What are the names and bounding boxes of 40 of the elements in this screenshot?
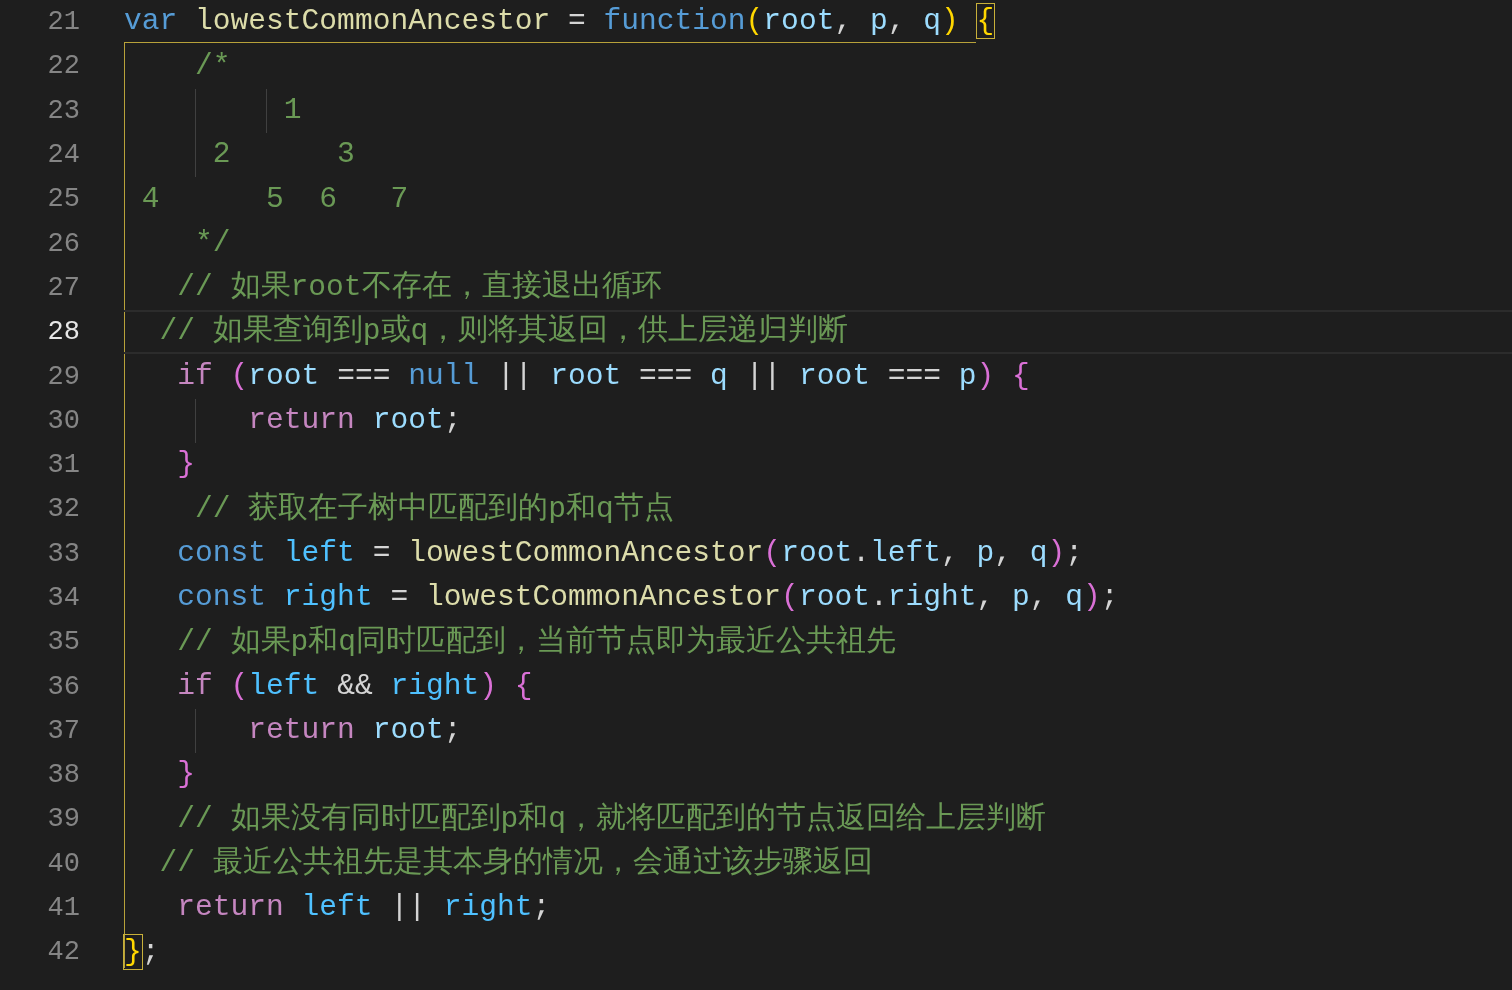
line-number: 38 <box>47 760 80 791</box>
line-number: 29 <box>47 361 80 392</box>
code-line: return root; <box>247 716 462 746</box>
line-number: 23 <box>47 95 80 126</box>
line-number: 30 <box>47 405 80 436</box>
code-line: } <box>176 450 196 480</box>
code-line: } <box>176 760 196 790</box>
line-number: 33 <box>47 538 80 569</box>
code-line: /* <box>194 51 231 82</box>
line-number: 21 <box>47 7 80 38</box>
code-line: // 获取在子树中匹配到的p和q节点 <box>194 494 674 525</box>
line-number: 28 <box>47 317 80 348</box>
line-number: 39 <box>47 804 80 835</box>
line-number: 27 <box>47 272 80 303</box>
line-number: 36 <box>47 671 80 702</box>
code-line: // 如果没有同时匹配到p和q，就将匹配到的节点返回给上层判断 <box>176 804 1047 835</box>
line-number: 37 <box>47 715 80 746</box>
line-number: 22 <box>47 51 80 82</box>
line-number: 25 <box>47 184 80 215</box>
code-line: 4 5 6 7 <box>140 184 409 215</box>
code-line: if (left && right) { <box>176 671 533 702</box>
code-line: return root; <box>247 406 462 436</box>
code-line: }; <box>124 937 160 968</box>
line-number: 35 <box>47 627 80 658</box>
code-line: const right = lowestCommonAncestor(root.right, p, q); <box>176 583 1119 613</box>
line-number: 40 <box>47 848 80 879</box>
code-line: const left = lowestCommonAncestor(root.left, p, q); <box>176 538 1084 569</box>
code-line: // 如果p和q同时匹配到，当前节点即为最近公共祖先 <box>176 627 897 658</box>
line-number: 26 <box>47 228 80 259</box>
line-number: 31 <box>47 450 80 481</box>
code-line: 1 <box>282 95 302 126</box>
line-number: 32 <box>47 494 80 525</box>
code-line: if (root === null || root === q || root === p) { <box>176 361 1030 392</box>
code-line: 2 3 <box>211 140 355 170</box>
line-number: 42 <box>47 937 80 968</box>
line-number: 41 <box>47 893 80 924</box>
line-number: 24 <box>47 140 80 171</box>
code-line: */ <box>194 228 231 259</box>
line-number: 34 <box>47 583 80 613</box>
code-line: return left || right; <box>176 893 551 923</box>
